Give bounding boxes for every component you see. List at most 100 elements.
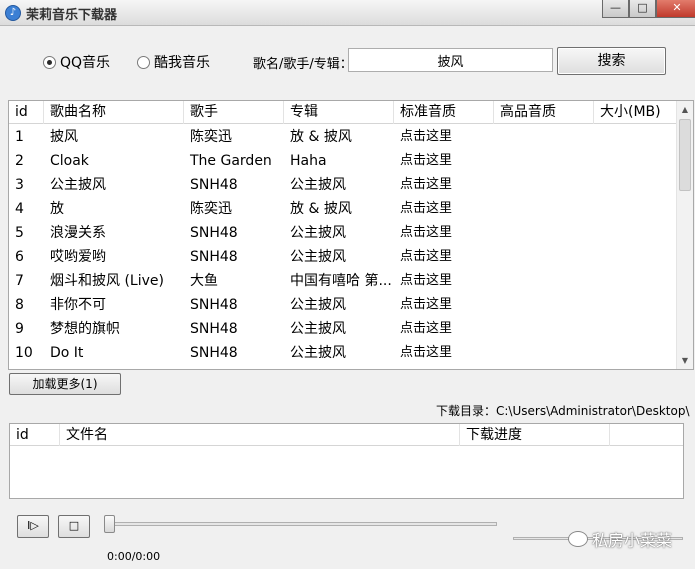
cell-standard-link[interactable]: 点击这里 [394,245,494,269]
window-title: 茉莉音乐下载器 [26,8,118,23]
cell-size [594,293,677,317]
music-note-icon: ♪ [5,5,21,21]
table-row[interactable]: 4 放 陈奕迅 放 & 披风 点击这里 [9,197,677,221]
dl-col-progress[interactable]: 下载进度 [460,424,610,446]
cell-size [594,245,677,269]
radio-kuwo-music[interactable]: 酷我音乐 [137,52,210,72]
cell-album: 中国有嘻哈 第... [290,273,392,289]
cell-id: 5 [15,225,24,241]
cell-id: 6 [15,249,24,265]
radio-label-qq: QQ音乐 [60,55,111,71]
cell-song-name: Cloak [50,153,89,169]
table-row[interactable]: 2 Cloak The Garden Haha 点击这里 [9,149,677,173]
cell-id: 3 [15,177,24,193]
close-button[interactable]: ✕ [656,0,695,18]
dl-col-filename[interactable]: 文件名 [60,424,460,446]
cell-album: 公主披风 [290,249,346,265]
table-row[interactable]: 6 哎哟爱哟 SNH48 公主披风 点击这里 [9,245,677,269]
col-high-quality[interactable]: 高品音质 [494,101,594,124]
cell-id: 7 [15,273,24,289]
col-standard-quality[interactable]: 标准音质 [394,101,494,124]
cell-high-quality [494,293,594,317]
cell-size [594,125,677,149]
title-bar: ♪ 茉莉音乐下载器 — □ ✕ [0,0,695,26]
cell-album: 公主披风 [290,297,346,313]
scroll-down-icon[interactable]: ▼ [677,352,693,369]
playback-progress-handle[interactable] [104,515,115,533]
cell-size [594,149,677,173]
stop-button[interactable]: □ [58,515,90,538]
playback-progress-track[interactable] [107,522,497,526]
table-row[interactable]: 5 浪漫关系 SNH48 公主披风 点击这里 [9,221,677,245]
playback-time: 0:00/0:00 [107,550,161,563]
cell-high-quality [494,173,594,197]
table-row[interactable]: 7 烟斗和披风 (Live) 大鱼 中国有嘻哈 第... 点击这里 [9,269,677,293]
scroll-up-icon[interactable]: ▲ [677,101,693,118]
cell-id: 4 [15,201,24,217]
cell-song-name: 披风 [50,129,78,145]
cell-artist: SNH48 [190,321,238,337]
cell-id: 10 [15,345,33,361]
cell-id: 9 [15,321,24,337]
load-more-button[interactable]: 加载更多(1) [9,373,121,395]
radio-qq-music[interactable]: QQ音乐 [43,52,110,72]
radio-label-kuwo: 酷我音乐 [154,55,210,71]
cell-high-quality [494,149,594,173]
cell-song-name: 烟斗和披风 (Live) [50,273,164,289]
cell-standard-link[interactable]: 点击这里 [394,317,494,341]
radio-dot[interactable] [137,55,150,69]
cell-artist: 陈奕迅 [190,129,232,145]
cell-standard-link[interactable]: 点击这里 [394,269,494,293]
watermark: 私房小菜菜 [568,527,672,551]
cell-standard-link[interactable]: 点击这里 [394,173,494,197]
col-size[interactable]: 大小(MB) [594,101,677,124]
cell-id: 2 [15,153,24,169]
table-row[interactable]: 1 披风 陈奕迅 放 & 披风 点击这里 [9,125,677,149]
cell-standard-link[interactable]: 点击这里 [394,197,494,221]
results-scrollbar[interactable]: ▲ ▼ [676,101,693,369]
cell-artist: The Garden [190,153,272,169]
minimize-button[interactable]: — [602,0,629,18]
table-row[interactable]: 3 公主披风 SNH48 公主披风 点击这里 [9,173,677,197]
col-artist[interactable]: 歌手 [184,101,284,124]
cell-size [594,269,677,293]
cell-album: 公主披风 [290,225,346,241]
table-row[interactable]: 8 非你不可 SNH48 公主披风 点击这里 [9,293,677,317]
table-row[interactable]: 9 梦想的旗帜 SNH48 公主披风 点击这里 [9,317,677,341]
wechat-icon [568,531,588,547]
play-pause-button[interactable]: I▷ [17,515,49,538]
cell-album: 放 & 披风 [290,129,352,145]
cell-song-name: 梦想的旗帜 [50,321,120,337]
download-table: id 文件名 下载进度 [9,423,684,499]
table-row[interactable]: 10 Do It SNH48 公主披风 点击这里 [9,341,677,365]
search-button[interactable]: 搜索 [557,47,666,75]
results-body: 1 披风 陈奕迅放 & 披风 点击这里 2 Cloak The Garden Haha 点击这里… [9,125,677,365]
cell-standard-link[interactable]: 点击这里 [394,341,494,365]
cell-album: 公主披风 [290,177,346,193]
cell-high-quality [494,245,594,269]
cell-standard-link[interactable]: 点击这里 [394,221,494,245]
cell-high-quality [494,197,594,221]
cell-standard-link[interactable]: 点击这里 [394,293,494,317]
cell-size [594,317,677,341]
col-song-name[interactable]: 歌曲名称 [44,101,184,124]
search-input[interactable] [348,48,553,72]
col-id[interactable]: id [9,101,44,124]
radio-dot-selected[interactable] [43,55,56,69]
cell-album: Haha [290,153,327,169]
maximize-button[interactable]: □ [629,0,656,18]
cell-standard-link[interactable]: 点击这里 [394,149,494,173]
cell-song-name: 浪漫关系 [50,225,106,241]
cell-artist: 陈奕迅 [190,201,232,217]
cell-id: 8 [15,297,24,313]
scroll-thumb[interactable] [679,119,691,191]
cell-song-name: 非你不可 [50,297,106,313]
cell-artist: SNH48 [190,345,238,361]
cell-album: 公主披风 [290,321,346,337]
col-album[interactable]: 专辑 [284,101,394,124]
cell-size [594,173,677,197]
download-header: id 文件名 下载进度 [10,424,683,446]
dl-col-id[interactable]: id [10,424,60,446]
cell-high-quality [494,269,594,293]
cell-standard-link[interactable]: 点击这里 [394,125,494,149]
